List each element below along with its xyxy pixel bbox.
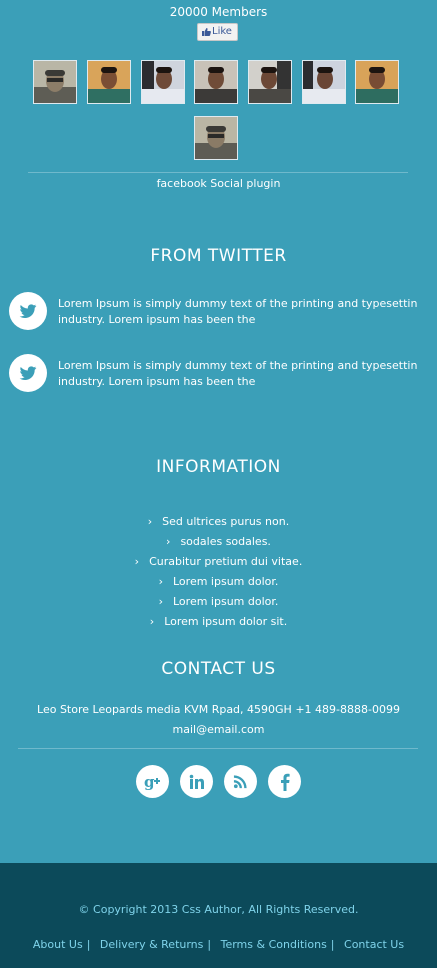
footer-link-delivery[interactable]: Delivery & Returns: [100, 938, 203, 951]
information-link[interactable]: sodales sodales.: [180, 535, 270, 548]
information-item[interactable]: › sodales sodales.: [0, 532, 437, 552]
page: 20000 Members Like facebook Social plugi…: [0, 0, 437, 968]
information-list: › Sed ultrices purus non. › sodales sodale…: [0, 512, 437, 632]
member-avatar[interactable]: [194, 60, 238, 104]
divider: [18, 748, 418, 749]
footer-link-terms[interactable]: Terms & Conditions: [221, 938, 327, 951]
information-item[interactable]: › Curabitur pretium dui vitae.: [0, 552, 437, 572]
footer-links: About Us | Delivery & Returns | Terms & Co…: [0, 938, 437, 951]
thumbs-up-icon: [201, 27, 211, 37]
facebook-icon[interactable]: [268, 765, 301, 798]
members-count: 20000 Members: [169, 5, 268, 19]
twitter-section-title: FROM TWITTER: [150, 246, 287, 266]
separator: |: [207, 938, 212, 951]
footer: © Copyright 2013 Css Author, All Rights …: [0, 863, 437, 968]
separator: |: [330, 938, 335, 951]
like-label: Like: [212, 26, 232, 37]
copyright-text: © Copyright 2013 Css Author, All Rights …: [78, 903, 359, 916]
chevron-right-icon: ›: [166, 535, 171, 548]
information-item[interactable]: › Sed ultrices purus non.: [0, 512, 437, 532]
member-avatar[interactable]: [87, 60, 131, 104]
twitter-icon[interactable]: [9, 354, 47, 392]
tweet-item: Lorem Ipsum is simply dummy text of the …: [9, 354, 429, 394]
information-link[interactable]: Sed ultrices purus non.: [162, 515, 289, 528]
footer-link-contact[interactable]: Contact Us: [344, 938, 404, 951]
information-link[interactable]: Lorem ipsum dolor.: [173, 595, 278, 608]
member-avatar[interactable]: [248, 60, 292, 104]
social-links: g: [0, 765, 437, 799]
member-avatar[interactable]: [141, 60, 185, 104]
google-plus-icon[interactable]: g: [136, 765, 169, 798]
contact-address: Leo Store Leopards media KVM Rpad, 4590G…: [37, 703, 400, 716]
like-button[interactable]: Like: [197, 23, 238, 41]
information-section-title: INFORMATION: [156, 457, 281, 477]
member-avatar[interactable]: [194, 116, 238, 160]
information-item[interactable]: › Lorem ipsum dolor.: [0, 572, 437, 592]
information-link[interactable]: Lorem ipsum dolor.: [173, 575, 278, 588]
information-link[interactable]: Lorem ipsum dolor sit.: [164, 615, 287, 628]
tweet-item: Lorem Ipsum is simply dummy text of the …: [9, 292, 429, 332]
chevron-right-icon: ›: [149, 615, 155, 628]
tweet-text: Lorem Ipsum is simply dummy text of the …: [58, 297, 418, 326]
information-link[interactable]: Curabitur pretium dui vitae.: [149, 555, 302, 568]
chevron-right-icon: ›: [147, 515, 153, 528]
svg-text:g: g: [144, 773, 155, 791]
linkedin-icon[interactable]: [180, 765, 213, 798]
member-avatar[interactable]: [33, 60, 77, 104]
contact-section-title: CONTACT US: [161, 659, 276, 679]
member-avatar[interactable]: [355, 60, 399, 104]
chevron-right-icon: ›: [158, 575, 163, 588]
information-item[interactable]: › Lorem ipsum dolor.: [0, 592, 437, 612]
facebook-plugin-label: facebook Social plugin: [156, 177, 281, 190]
twitter-icon[interactable]: [9, 292, 47, 330]
chevron-right-icon: ›: [134, 555, 140, 568]
footer-link-about[interactable]: About Us: [33, 938, 83, 951]
information-item[interactable]: › Lorem ipsum dolor sit.: [0, 612, 437, 632]
chevron-right-icon: ›: [158, 595, 163, 608]
tweet-text: Lorem Ipsum is simply dummy text of the …: [58, 359, 418, 388]
separator: |: [86, 938, 91, 951]
contact-email[interactable]: mail@email.com: [0, 722, 437, 738]
divider: [28, 172, 408, 173]
member-avatar[interactable]: [302, 60, 346, 104]
rss-icon[interactable]: [224, 765, 257, 798]
